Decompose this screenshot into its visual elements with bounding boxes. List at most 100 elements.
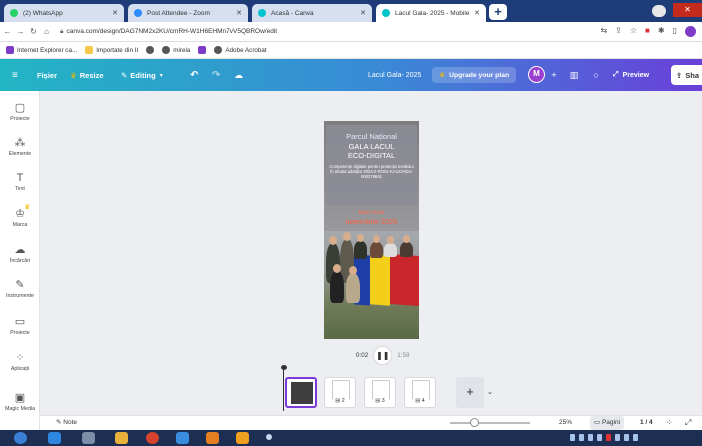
design-text-date[interactable]: noiembrie 2025 [324, 217, 419, 226]
sidebar-item-tools[interactable]: ✎ Instrumente [0, 278, 40, 299]
menu-icon[interactable]: ≡ [12, 59, 18, 91]
design-text-eco[interactable]: ECO-DIGITAL [324, 151, 419, 160]
explorer-icon[interactable] [82, 432, 95, 444]
upgrade-plan-button[interactable]: ♛ Upgrade your plan [432, 67, 517, 83]
design-text-gala[interactable]: GALA LACUL [324, 142, 419, 151]
url-field[interactable]: 🔒︎ canva.com/design/DAG7NM2x2KU/cmRH-W1H6… [60, 28, 277, 36]
new-tab-button[interactable]: + [489, 4, 507, 20]
page-thumbnail-2[interactable]: ▤ 2 [324, 377, 356, 408]
sidebar-item-magic-media[interactable]: ▣ Magic Media [0, 391, 40, 412]
chrome-icon[interactable] [176, 432, 189, 444]
bookmark-ie[interactable]: Internet Explorer ca... [6, 46, 77, 54]
tab-canva-design[interactable]: Lacul Gala- 2025 - Mobile Video ✕ [376, 4, 486, 22]
flag-yellow-stripe [370, 254, 390, 306]
tab-whatsapp[interactable]: (2) WhatsApp ✕ [4, 4, 124, 22]
brand-icon: ♔ [15, 208, 25, 220]
analytics-icon[interactable]: ▥ [566, 67, 582, 83]
file-menu-button[interactable]: Fișier [37, 59, 57, 91]
bookmark-mirela[interactable]: mirela [162, 46, 190, 54]
timeline-playhead[interactable] [280, 365, 287, 411]
tray-icon[interactable] [624, 434, 629, 441]
forward-icon[interactable]: → [15, 27, 26, 36]
opera-icon[interactable] [146, 432, 159, 444]
start-icon[interactable] [14, 432, 27, 444]
zoom-level[interactable]: 25% [559, 419, 572, 426]
sidebar-item-uploads[interactable]: ☁ Încărcări [0, 243, 40, 264]
user-avatar[interactable]: M [528, 66, 545, 83]
add-collaborator-icon[interactable]: + [546, 67, 562, 83]
cloud-save-icon[interactable]: ☁ [234, 59, 243, 91]
sidebar-item-folders[interactable]: ▭ Proiecte [0, 315, 40, 336]
ie-icon[interactable] [48, 432, 61, 444]
design-text-subtitle[interactable]: Competențe digitale pentru protecția med… [328, 164, 415, 180]
share-page-icon[interactable]: ⇪ [615, 26, 622, 37]
document-title[interactable]: Lacul Gala- 2025 [368, 59, 421, 91]
tray-icon[interactable] [597, 434, 602, 441]
tab-label: Acasă - Canva [271, 9, 314, 17]
tab-zoom[interactable]: Post Attendee - Zoom ✕ [128, 4, 248, 22]
zoom-slider-handle[interactable] [470, 418, 479, 427]
share-button[interactable]: ⇪ Sha [671, 65, 702, 85]
app-icon[interactable] [206, 432, 219, 444]
page-thumbnail-4[interactable]: ▤ 4 [404, 377, 436, 408]
folder-icon[interactable] [115, 432, 128, 444]
zoom-slider[interactable] [450, 422, 530, 424]
close-icon[interactable]: ✕ [360, 9, 366, 17]
sidebar-item-elements[interactable]: ⁂ Elemente [0, 136, 40, 157]
star-icon[interactable]: ☆ [630, 26, 637, 37]
design-text-park[interactable]: Parcul Național [324, 132, 419, 141]
tray-icon[interactable] [615, 434, 620, 441]
browser-profile-button[interactable] [652, 5, 666, 17]
tray-icon[interactable] [588, 434, 593, 441]
design-text-location[interactable]: Balta Verde [324, 210, 419, 216]
left-sidebar: ▢ Proiecte ⁂ Elemente T Text ♛ ♔ Marca ☁ Încăr… [0, 91, 40, 430]
window-close-button[interactable]: ✕ [673, 3, 702, 17]
home-icon[interactable]: ⌂ [41, 27, 52, 36]
close-icon[interactable]: ✕ [236, 9, 242, 17]
chevron-down-icon[interactable]: ⌄ [487, 388, 493, 396]
grid-view-icon[interactable]: ⁘ [666, 418, 673, 427]
back-icon[interactable]: ← [2, 27, 13, 36]
pages-button[interactable]: ▭ Pagini [590, 416, 625, 430]
close-icon[interactable]: ✕ [474, 9, 480, 17]
close-icon[interactable]: ✕ [112, 9, 118, 17]
reload-icon[interactable]: ↻ [28, 27, 39, 36]
preview-label: Preview [622, 71, 650, 79]
notes-button[interactable]: ✎ Note [56, 418, 77, 426]
bookmark-imported[interactable]: Importate din II [85, 46, 138, 54]
bookmark-acrobat[interactable]: Adobe Acrobat [214, 46, 267, 54]
extension-icon[interactable]: ■ [645, 26, 650, 37]
bookmark-github[interactable] [146, 46, 155, 54]
editing-mode-button[interactable]: ✎ Editing ▾ [121, 59, 163, 91]
page-thumbnail-3[interactable]: ▤ 3 [364, 377, 396, 408]
tray-icon[interactable] [633, 434, 638, 441]
tab-canva-home[interactable]: Acasă - Canva ✕ [252, 4, 372, 22]
sidebar-item-text[interactable]: T Text [0, 171, 40, 192]
tray-icon[interactable] [606, 434, 611, 441]
profile-avatar[interactable] [685, 26, 696, 37]
pause-button[interactable]: ❚❚ [374, 346, 392, 364]
app-icon[interactable] [266, 434, 272, 440]
tray-icon[interactable] [579, 434, 584, 441]
elements-icon: ⁂ [14, 137, 26, 149]
sidebar-item-projects[interactable]: ▢ Proiecte [0, 101, 40, 122]
thumbnail-preview [372, 380, 390, 400]
translate-icon[interactable]: ⇆ [600, 26, 607, 37]
bookmark-purple[interactable] [198, 46, 207, 54]
redo-button[interactable]: ↷ [212, 59, 220, 91]
preview-button[interactable]: ⤢ Preview [613, 67, 649, 83]
sidepanel-icon[interactable]: ▯ [673, 26, 677, 37]
design-page[interactable]: Parcul Național GALA LACUL ECO-DIGITAL C… [324, 121, 419, 339]
undo-button[interactable]: ↶ [190, 59, 198, 91]
app-icon[interactable] [236, 432, 249, 444]
page-number: 3 [381, 398, 385, 404]
puzzle-icon[interactable]: ✱ [658, 26, 665, 37]
sidebar-item-brand[interactable]: ♛ ♔ Marca [0, 204, 40, 228]
comment-icon[interactable]: ○ [588, 67, 604, 83]
resize-button[interactable]: ♛ Resize [70, 59, 104, 91]
add-page-button[interactable]: + [456, 377, 484, 408]
page-thumbnail-1[interactable] [285, 377, 317, 408]
sidebar-item-apps[interactable]: ⁘ Aplicații [0, 351, 40, 372]
tray-icon[interactable] [570, 434, 575, 441]
fullscreen-icon[interactable]: ⤢ [685, 418, 691, 428]
